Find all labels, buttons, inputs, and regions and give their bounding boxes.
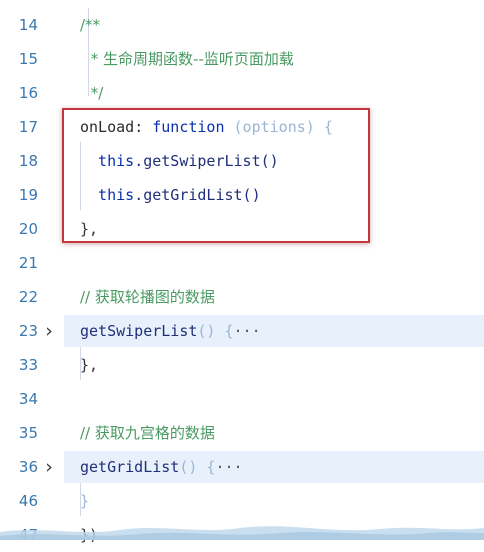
- code-text: /**: [80, 8, 100, 42]
- code-token: getSwiperList: [80, 322, 198, 340]
- code-token: /**: [80, 16, 101, 34]
- code-text: getGridList() {···: [80, 450, 243, 484]
- code-line[interactable]: 35 // 获取九宫格的数据: [0, 416, 484, 450]
- code-token: }: [80, 492, 90, 510]
- line-number: 18: [18, 152, 38, 170]
- code-token: */: [86, 84, 104, 102]
- line-number: 17: [18, 118, 38, 136]
- code-token: () {: [197, 322, 234, 340]
- code-token: ···: [233, 322, 261, 340]
- fold-chevron-icon[interactable]: ›: [42, 450, 56, 484]
- line-number: 22: [18, 288, 38, 306]
- line-number: 15: [18, 50, 38, 68]
- line-number: 35: [18, 424, 38, 442]
- code-line[interactable]: 22 // 获取轮播图的数据: [0, 280, 484, 314]
- decorative-wave: [0, 526, 484, 540]
- line-number: 16: [18, 84, 38, 102]
- code-line[interactable]: 23 › getSwiperList() {···: [0, 314, 484, 348]
- code-token: () {: [179, 458, 216, 476]
- code-line[interactable]: 14 /**: [0, 8, 484, 42]
- line-number: 21: [18, 254, 38, 272]
- code-token: getGridList: [80, 458, 180, 476]
- line-number: 14: [18, 16, 38, 34]
- code-line[interactable]: 21: [0, 246, 484, 280]
- code-token: * 生命周期函数--监听页面加载: [86, 50, 294, 68]
- code-text: getSwiperList() {···: [80, 314, 261, 348]
- code-line[interactable]: 36 › getGridList() {···: [0, 450, 484, 484]
- code-token: },: [80, 356, 99, 374]
- code-token: // 获取九宫格的数据: [80, 424, 215, 442]
- line-number: 46: [18, 492, 38, 510]
- line-number: 34: [18, 390, 38, 408]
- highlight-box: [62, 108, 370, 243]
- code-text: },: [80, 348, 98, 382]
- code-editor[interactable]: 14/** 15 * 生命周期函数--监听页面加载 16 */17 onLoad: f…: [0, 0, 484, 544]
- line-number: 20: [18, 220, 38, 238]
- code-text: // 获取轮播图的数据: [80, 280, 215, 314]
- line-number: 19: [18, 186, 38, 204]
- code-line[interactable]: 34: [0, 382, 484, 416]
- code-text: // 获取九宫格的数据: [80, 416, 215, 450]
- line-number: 23: [18, 322, 38, 340]
- code-text: * 生命周期函数--监听页面加载: [86, 42, 294, 76]
- line-number: 33: [18, 356, 38, 374]
- code-line[interactable]: 16 */: [0, 76, 484, 110]
- code-line[interactable]: 33},: [0, 348, 484, 382]
- code-text: }: [80, 484, 89, 518]
- fold-chevron-icon[interactable]: ›: [42, 314, 56, 348]
- code-token: // 获取轮播图的数据: [80, 288, 215, 306]
- line-number: 36: [18, 458, 38, 476]
- code-text: */: [86, 76, 104, 110]
- code-token: ···: [215, 458, 243, 476]
- code-line[interactable]: 46}: [0, 484, 484, 518]
- code-line[interactable]: 15 * 生命周期函数--监听页面加载: [0, 42, 484, 76]
